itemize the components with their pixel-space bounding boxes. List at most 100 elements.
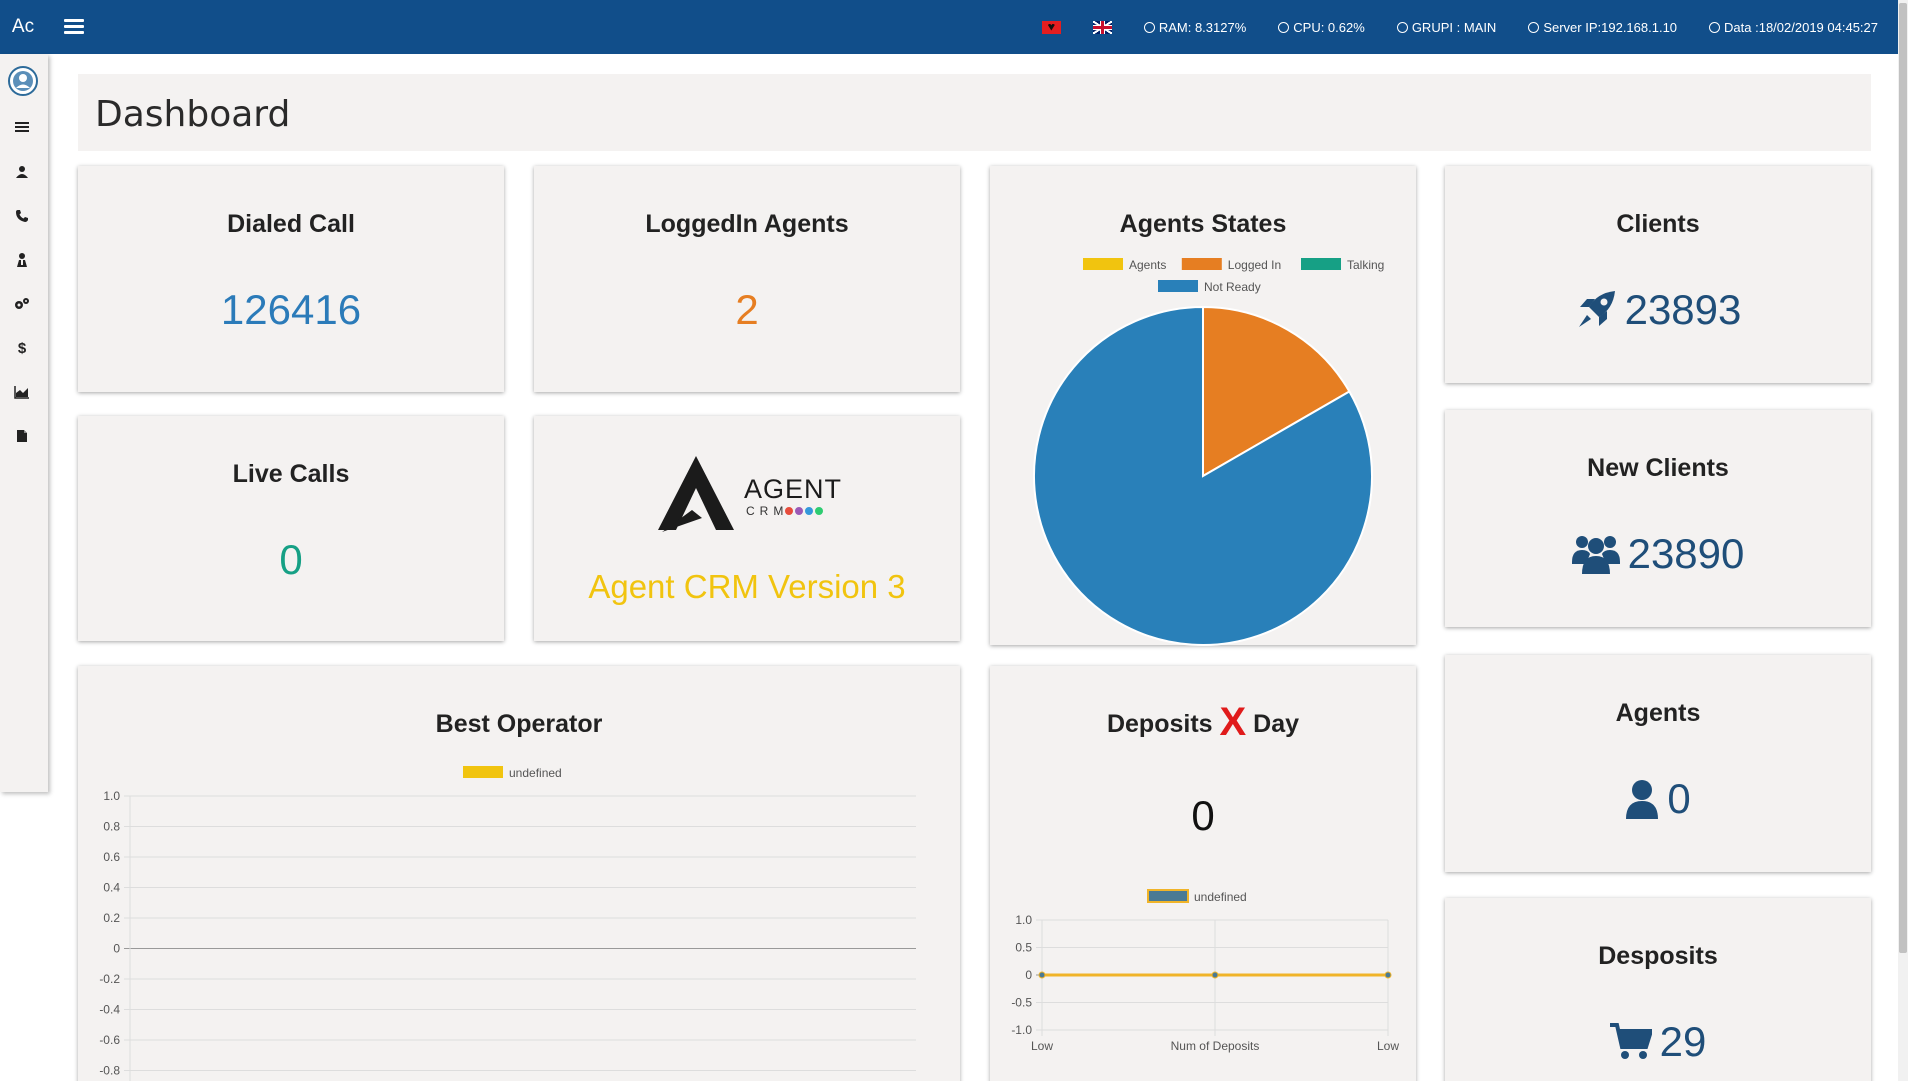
sidebar-item-settings[interactable] bbox=[12, 294, 32, 314]
user-avatar-icon bbox=[13, 71, 33, 91]
legend-label: Not Ready bbox=[1204, 280, 1261, 294]
card-title: Live Calls bbox=[232, 460, 350, 488]
new-clients-value: 23890 bbox=[1627, 530, 1745, 577]
ram-label: RAM: 8.3127% bbox=[1158, 19, 1247, 35]
dialed-call-card: Dialed Call 126416 bbox=[78, 166, 504, 392]
crm-version-text: Agent CRM Version 3 bbox=[588, 568, 906, 605]
new-clients-value-row: 23890 bbox=[1445, 530, 1871, 578]
logo-subword: CRM bbox=[746, 504, 789, 518]
best-operator-card: Best Operator undefined 1.0 0.8 0.6 0.4 0.2 0 -… bbox=[78, 666, 960, 1081]
clients-value-row: 23893 bbox=[1445, 286, 1871, 334]
legend-label: Agents bbox=[1129, 258, 1166, 272]
live-calls-card: Live Calls 0 bbox=[78, 416, 504, 641]
circle-icon bbox=[1278, 21, 1290, 33]
loggedin-agents-value: 2 bbox=[735, 286, 759, 333]
status-bar: RAM: 8.3127% CPU: 0.62% GRUPI : MAIN Ser… bbox=[1041, 0, 1878, 54]
agent-crm-logo-icon bbox=[658, 456, 734, 532]
dialed-call-value: 126416 bbox=[220, 286, 362, 333]
circle-icon bbox=[1396, 21, 1408, 33]
scrollbar-thumb[interactable] bbox=[1899, 3, 1907, 953]
legend-label: Talking bbox=[1347, 258, 1384, 272]
crm-version-card: AGENT CRM Agent CRM Version 3 bbox=[534, 416, 960, 641]
y-tick-label: 0.6 bbox=[103, 850, 120, 864]
logo-dots-icon bbox=[785, 507, 823, 515]
albania-flag-icon[interactable] bbox=[1041, 20, 1061, 34]
y-tick-label: -0.2 bbox=[99, 972, 120, 986]
agents-states-card: Agents States Agents Logged In Talking Not … bbox=[990, 166, 1416, 646]
y-tick-label: 1.0 bbox=[103, 789, 120, 803]
legend-swatch bbox=[463, 766, 503, 778]
cpu-stat: CPU: 0.62% bbox=[1278, 20, 1365, 35]
agent-icon bbox=[17, 253, 27, 267]
deposits-card: Desposits 29 bbox=[1445, 898, 1871, 1081]
sidebar-item-users[interactable] bbox=[12, 162, 32, 182]
top-navbar: Ac RAM: 8.3127% CPU: 0.62% GRUPI : MAIN … bbox=[0, 0, 1898, 54]
group-label: GRUPI : MAIN bbox=[1411, 19, 1497, 35]
area-chart-icon bbox=[14, 386, 29, 399]
legend-swatch bbox=[1147, 889, 1189, 903]
deposits-value-row: 29 bbox=[1445, 1018, 1871, 1066]
y-tick-label: -0.8 bbox=[99, 1064, 120, 1078]
card-title: Desposits bbox=[1598, 942, 1718, 970]
ram-stat: RAM: 8.3127% bbox=[1143, 19, 1247, 35]
data-point bbox=[1384, 971, 1392, 979]
menu-toggle-icon[interactable] bbox=[64, 15, 84, 37]
server-ip-stat: Server IP:192.168.1.10 bbox=[1528, 20, 1677, 35]
date-label: Data :18/02/2019 04:45:27 bbox=[1724, 19, 1878, 35]
user-icon bbox=[1626, 780, 1659, 819]
circle-icon bbox=[1143, 21, 1155, 33]
title-x: X bbox=[1219, 700, 1247, 744]
deposits-x-day-value: 0 bbox=[1191, 792, 1215, 839]
uk-flag-icon[interactable] bbox=[1092, 20, 1112, 34]
user-icon bbox=[16, 166, 28, 178]
cart-icon bbox=[1609, 1023, 1652, 1059]
date-stat: Data :18/02/2019 04:45:27 bbox=[1709, 20, 1878, 35]
legend-label: undefined bbox=[509, 766, 562, 780]
agents-card: Agents 0 bbox=[1445, 655, 1871, 872]
y-tick-label: -0.5 bbox=[1011, 996, 1032, 1010]
clients-value: 23893 bbox=[1624, 286, 1742, 333]
scrollbar[interactable] bbox=[1898, 0, 1908, 1081]
best-operator-chart: undefined 1.0 0.8 0.6 0.4 0.2 0 -0.2 -0.4 -0.6 -0.… bbox=[99, 766, 916, 1081]
group-stat: GRUPI : MAIN bbox=[1396, 19, 1497, 35]
y-tick-label: -0.4 bbox=[99, 1003, 120, 1017]
sidebar-item-list[interactable] bbox=[12, 117, 32, 137]
y-tick-label: -1.0 bbox=[1011, 1023, 1032, 1037]
y-tick-label: 0 bbox=[113, 942, 120, 956]
agent-crm-logo: AGENT CRM bbox=[656, 454, 856, 534]
sidebar-item-finance[interactable]: $ bbox=[12, 338, 32, 358]
avatar[interactable] bbox=[8, 66, 38, 96]
data-point bbox=[1211, 971, 1219, 979]
agents-value-row: 0 bbox=[1445, 775, 1871, 823]
card-title: New Clients bbox=[1587, 454, 1729, 482]
card-title: Agents bbox=[1615, 699, 1701, 727]
page-header: Dashboard bbox=[78, 74, 1871, 151]
sidebar-item-reports[interactable] bbox=[12, 382, 32, 402]
x-tick-label: Low bbox=[1377, 1039, 1399, 1053]
x-tick-label: Low bbox=[1031, 1039, 1053, 1053]
server-ip-label: Server IP:192.168.1.10 bbox=[1543, 19, 1678, 35]
sidebar-item-documents[interactable] bbox=[12, 426, 32, 446]
y-tick-label: 0.8 bbox=[103, 820, 120, 834]
logo-word: AGENT bbox=[744, 474, 843, 504]
y-tick-label: 0.4 bbox=[103, 881, 120, 895]
page-title: Dashboard bbox=[95, 94, 291, 135]
sidebar-item-calls[interactable] bbox=[12, 206, 32, 226]
file-icon bbox=[17, 430, 27, 442]
dollar-icon: $ bbox=[17, 339, 27, 357]
clients-card: Clients 23893 bbox=[1445, 166, 1871, 383]
legend-swatch bbox=[1158, 280, 1198, 292]
settings-icon bbox=[15, 298, 29, 309]
sidebar-item-agents[interactable] bbox=[12, 250, 32, 270]
agents-value: 0 bbox=[1667, 775, 1691, 822]
card-title: Dialed Call bbox=[227, 210, 355, 238]
loggedin-agents-card: LoggedIn Agents 2 bbox=[534, 166, 960, 392]
y-tick-label: 0.5 bbox=[1015, 941, 1032, 955]
title-right: Day bbox=[1253, 710, 1300, 738]
sidebar: $ bbox=[0, 54, 48, 792]
circle-icon bbox=[1709, 21, 1721, 33]
brand-logo[interactable]: Ac bbox=[0, 0, 46, 54]
users-icon bbox=[1571, 536, 1620, 574]
list-icon bbox=[15, 122, 29, 132]
y-tick-label: 0 bbox=[1025, 968, 1032, 982]
